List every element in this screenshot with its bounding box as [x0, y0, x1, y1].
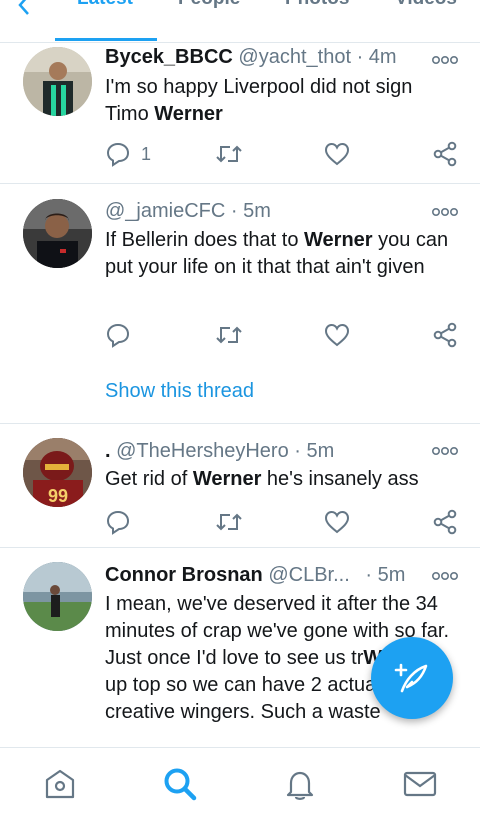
retweet-icon[interactable] — [215, 509, 243, 535]
bottom-nav — [0, 747, 480, 816]
compose-icon — [394, 663, 428, 693]
more-icon[interactable] — [432, 571, 458, 581]
search-highlight: Werner — [154, 103, 223, 125]
reply-icon[interactable] — [105, 509, 131, 535]
show-thread-link[interactable]: Show this thread — [105, 380, 254, 403]
reply-icon — [106, 142, 130, 167]
like-icon[interactable] — [323, 509, 351, 535]
share-icon[interactable] — [432, 509, 458, 535]
search-icon[interactable] — [162, 766, 198, 802]
search-highlight: Werner — [304, 229, 373, 251]
retweet-icon[interactable] — [215, 322, 243, 348]
more-icon[interactable] — [432, 55, 458, 65]
avatar[interactable]: 99 — [23, 438, 92, 507]
timestamp[interactable]: 5m — [307, 440, 335, 462]
avatar[interactable] — [23, 47, 92, 116]
svg-text:99: 99 — [48, 486, 68, 506]
avatar[interactable] — [23, 562, 92, 631]
share-icon[interactable] — [432, 141, 458, 167]
like-icon[interactable] — [323, 141, 351, 167]
more-icon[interactable] — [432, 207, 458, 217]
more-icon[interactable] — [432, 446, 458, 456]
tweet-actions: 1 — [105, 141, 460, 171]
author-handle[interactable]: @yacht_thot — [238, 46, 351, 68]
reply-button[interactable]: 1 — [105, 141, 151, 167]
author-handle[interactable]: @_jamieCFC — [105, 200, 225, 222]
tab-bar: Latest People Photos Videos — [0, 0, 480, 43]
tweet-text: I'm so happy Liverpool did not sign Timo… — [105, 76, 413, 125]
reply-count: 1 — [141, 143, 152, 164]
separator: · — [230, 200, 238, 222]
back-arrow-icon[interactable] — [14, 0, 34, 16]
tweet[interactable]: 99 . @TheHersheyHero · 5m Get rid of Wer… — [0, 424, 480, 548]
timestamp[interactable]: 4m — [369, 46, 397, 68]
compose-button[interactable] — [371, 637, 453, 719]
author-name[interactable]: Bycek_BBCC — [105, 46, 233, 68]
like-icon[interactable] — [323, 322, 351, 348]
tab-people[interactable]: People — [178, 0, 240, 10]
avatar[interactable] — [23, 199, 92, 268]
tab-photos[interactable]: Photos — [285, 0, 349, 10]
reply-icon[interactable] — [105, 322, 131, 348]
tweet-text: If Bellerin does that to Werner you can … — [105, 229, 449, 278]
tweet-text: Get rid of Werner he's insanely ass — [105, 468, 419, 490]
author-handle[interactable]: @TheHersheyHero — [116, 440, 289, 462]
search-highlight: Werner — [192, 468, 262, 490]
separator: · — [365, 564, 373, 586]
bell-icon[interactable] — [283, 768, 317, 802]
tweet-actions — [105, 509, 460, 539]
share-icon[interactable] — [432, 322, 458, 348]
author-handle[interactable]: @CLBr... — [268, 564, 349, 586]
separator: · — [356, 46, 364, 68]
tweet[interactable]: Bycek_BBCC @yacht_thot · 4m I'm so happy… — [0, 43, 480, 184]
tweet[interactable]: @_jamieCFC · 5m If Bellerin does that to… — [0, 184, 480, 424]
mail-icon[interactable] — [403, 770, 437, 798]
retweet-icon[interactable] — [215, 141, 243, 167]
timestamp[interactable]: 5m — [378, 564, 406, 586]
author-name[interactable]: Connor Brosnan — [105, 564, 263, 586]
tweet-actions — [105, 322, 460, 352]
separator: · — [294, 440, 301, 462]
author-name[interactable]: . — [105, 440, 111, 462]
tab-latest[interactable]: Latest — [77, 0, 133, 10]
active-tab-indicator — [55, 38, 157, 41]
home-icon[interactable] — [43, 768, 77, 800]
timestamp[interactable]: 5m — [243, 200, 271, 222]
tab-videos[interactable]: Videos — [395, 0, 457, 10]
